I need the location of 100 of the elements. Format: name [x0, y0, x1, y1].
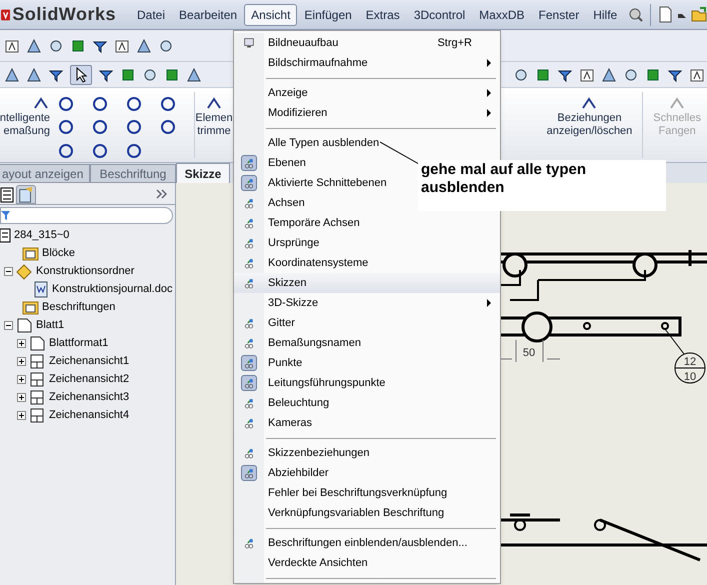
menu-item[interactable]: Fehler bei Beschriftungsverknüpfung	[234, 483, 500, 503]
menu-item[interactable]: Leitungsführungspunkte	[234, 373, 500, 393]
expand-icon[interactable]	[17, 356, 26, 366]
menu-item[interactable]: Bemaßungsnamen	[234, 333, 500, 353]
sketch-tool-icon[interactable]	[126, 96, 142, 112]
shortcut-text: Strg+R	[437, 36, 473, 51]
square-icon[interactable]	[164, 66, 180, 82]
tree-item[interactable]: Blöcke	[42, 244, 76, 262]
circle-icon[interactable]	[623, 66, 639, 82]
dimension-value: 50	[522, 347, 536, 359]
menu-item[interactable]: Extras	[358, 4, 407, 26]
sketch-tool-icon[interactable]	[58, 96, 74, 112]
expand-icon[interactable]	[17, 338, 26, 348]
properties-tab-icon[interactable]	[16, 185, 36, 204]
tab[interactable]: Beschriftung	[90, 164, 176, 183]
menu-item[interactable]: Skizzen	[234, 273, 500, 293]
menu-item[interactable]: Beschriftungen einblenden/ausblenden...	[234, 533, 500, 553]
menu-item[interactable]: Gitter	[234, 313, 500, 333]
tree-item[interactable]: Beschriftungen	[42, 298, 116, 316]
command-button[interactable]: ntelligente emaßung	[0, 88, 52, 162]
menu-item[interactable]: Temporäre Achsen	[234, 213, 500, 233]
sketch-tool-icon[interactable]	[58, 142, 74, 159]
menu-item[interactable]: Bildschirmaufnahme	[234, 53, 500, 73]
sheet-icon[interactable]	[114, 38, 130, 54]
square-icon[interactable]	[535, 66, 551, 82]
tab[interactable]: ayout anzeigen	[0, 164, 90, 183]
menu-item[interactable]: Hilfe	[586, 4, 624, 26]
tree-item[interactable]: 284_315~0	[14, 226, 70, 244]
app-logo: SolidWorks	[12, 3, 116, 26]
sketch-tool-icon[interactable]	[92, 142, 108, 159]
tree-item[interactable]: Zeichenansicht3	[49, 388, 130, 406]
sketch-tool-icon[interactable]	[160, 96, 176, 112]
expand-icon[interactable]	[17, 374, 26, 384]
menu-item[interactable]: Punkte	[234, 353, 500, 373]
menu-item[interactable]: 3Dcontrol	[406, 4, 472, 26]
menu-item[interactable]: Alle Typen ausblenden	[234, 133, 500, 153]
view-icon	[29, 388, 46, 406]
menu-item[interactable]: Verdeckte Ansichten	[234, 553, 500, 573]
sketch-tool-icon[interactable]	[126, 142, 142, 159]
view-icon	[29, 406, 46, 424]
square-icon[interactable]	[120, 66, 136, 82]
menu-item[interactable]: Koordinatensysteme	[234, 253, 500, 273]
balloon-number: 10	[684, 371, 696, 383]
sheet-icon	[29, 334, 46, 352]
command-button[interactable]: Beziehungen anzeigen/löschen	[544, 88, 634, 162]
menu-item[interactable]: Ursprünge	[234, 233, 500, 253]
tree-item[interactable]: Zeichenansicht1	[49, 352, 130, 370]
tab[interactable]: Skizze	[176, 163, 230, 183]
tree-item[interactable]: Zeichenansicht2	[49, 370, 130, 388]
balloon-number: 12	[684, 356, 696, 368]
document-icon[interactable]	[657, 6, 674, 23]
double-chevron-icon[interactable]	[156, 189, 167, 199]
diamond-icon	[16, 262, 33, 280]
tree-item[interactable]: Zeichenansicht4	[49, 406, 130, 424]
circle-icon[interactable]	[142, 66, 158, 82]
sketch-tool-icon[interactable]	[160, 119, 176, 136]
menu-item[interactable]: Einfügen	[297, 4, 359, 26]
expand-icon[interactable]	[17, 392, 26, 402]
sketch-tool-icon[interactable]	[92, 119, 108, 136]
menu-item[interactable]: Datei	[130, 4, 172, 26]
circle-icon[interactable]	[513, 66, 529, 82]
menu-item[interactable]: Anzeige	[234, 83, 500, 103]
menu-item[interactable]: Kameras	[234, 413, 500, 433]
select-button[interactable]	[70, 64, 92, 84]
tree-item[interactable]: Blatt1	[36, 316, 64, 334]
menu-item[interactable]: Beleuchtung	[234, 393, 500, 413]
tree-item[interactable]: Blattformat1	[49, 334, 108, 352]
square-icon[interactable]	[645, 66, 661, 82]
menu-item[interactable]: Abziehbilder	[234, 463, 500, 483]
sheet-icon[interactable]	[579, 66, 595, 82]
tree-tab-icon[interactable]	[0, 186, 14, 204]
menu-item[interactable]: 3D-Skizze	[234, 293, 500, 313]
filter-field[interactable]	[0, 207, 173, 224]
sketch-tool-icon[interactable]	[126, 119, 142, 136]
circle-icon[interactable]	[158, 38, 174, 54]
pointer-icon	[74, 66, 88, 82]
expand-icon[interactable]	[17, 410, 26, 420]
command-button[interactable]: Elemen trimme	[195, 88, 233, 162]
menu-item[interactable]: Modifizieren	[234, 103, 500, 123]
comment-text: gehe mal auf alle typen ausblenden	[421, 161, 588, 197]
view-icon	[29, 370, 46, 388]
folder-icon[interactable]	[691, 6, 707, 23]
sketch-tool-icon[interactable]	[58, 119, 74, 136]
sheet-icon[interactable]	[689, 66, 705, 82]
menu-item[interactable]: Bearbeiten	[172, 4, 244, 26]
circle-icon[interactable]	[48, 38, 64, 54]
tree-item[interactable]: Konstruktionsjournal.doc	[52, 280, 172, 298]
menu-item[interactable]: Fenster	[532, 4, 586, 26]
folder-icon	[22, 298, 39, 316]
tree-item[interactable]: Konstruktionsordner	[36, 262, 134, 280]
menu-item[interactable]: MaxxDB	[472, 4, 532, 26]
collapse-icon[interactable]	[4, 266, 13, 276]
menu-item[interactable]: Verknüpfungsvariablen Beschriftung	[234, 503, 500, 523]
menu-item[interactable]: Ansicht	[244, 4, 298, 26]
collapse-icon[interactable]	[4, 320, 13, 330]
square-icon[interactable]	[70, 38, 86, 54]
sheet-icon[interactable]	[4, 38, 20, 54]
sheet-icon	[16, 316, 33, 334]
sketch-tool-icon[interactable]	[92, 96, 108, 112]
menu-item[interactable]: Skizzenbeziehungen	[234, 443, 500, 463]
